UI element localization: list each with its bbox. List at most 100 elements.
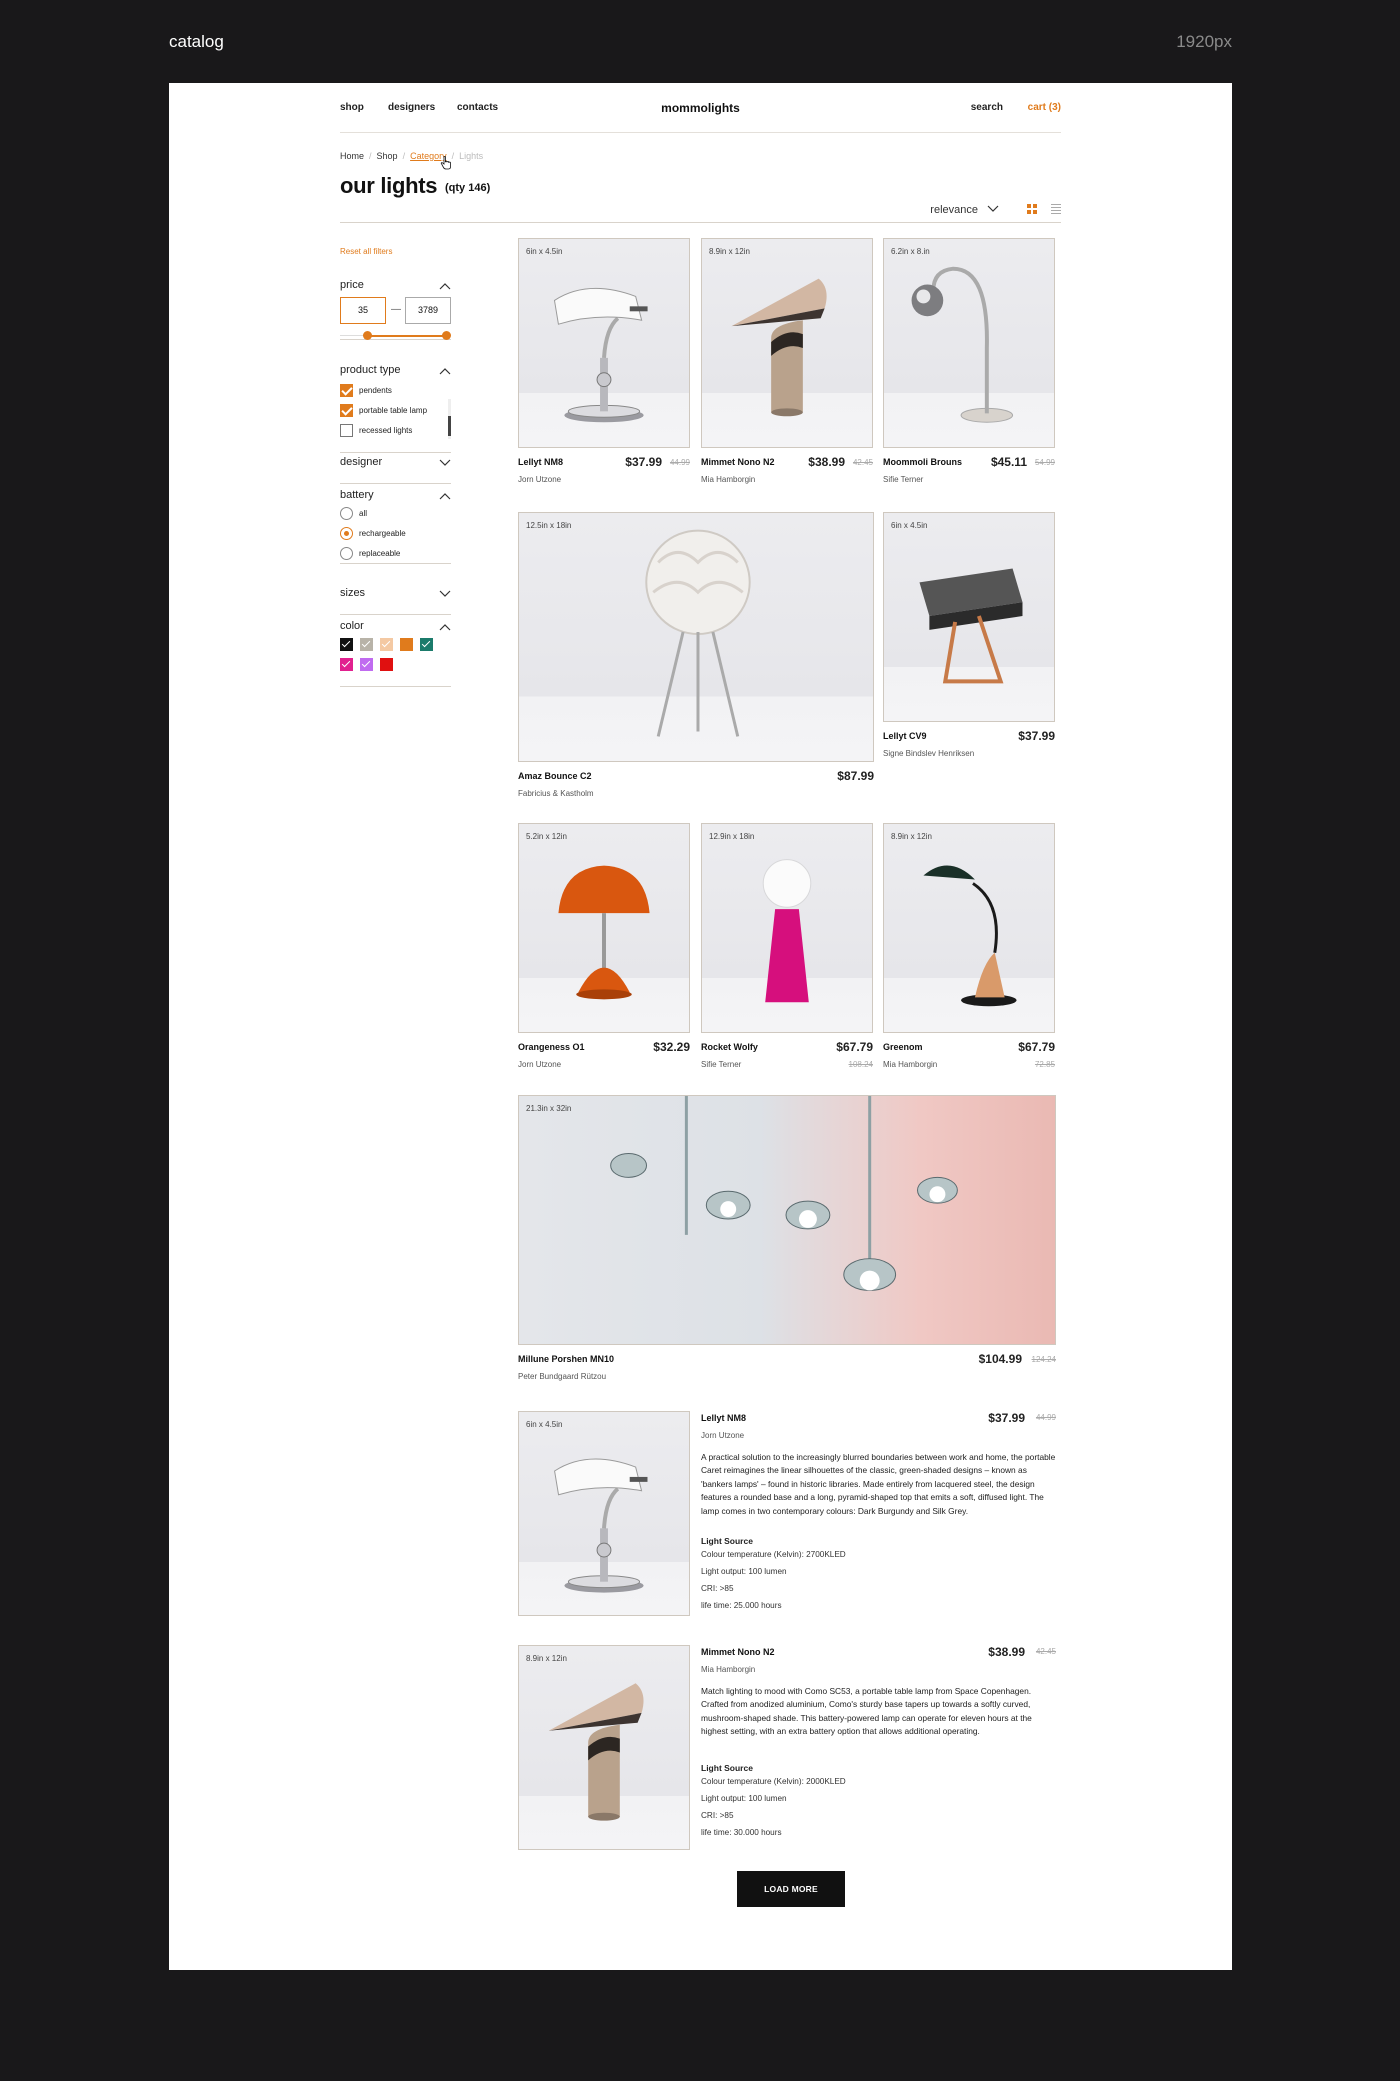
product-image[interactable] [883,512,1055,722]
product-image[interactable] [518,512,874,762]
product-description: Match lighting to mood with Como SC53, a… [701,1686,1032,1737]
outer-title: catalog [169,32,224,51]
filter-designer-title[interactable]: designer [340,456,382,468]
color-swatch[interactable] [360,638,373,651]
product-designer[interactable]: Sifie Terner [701,1060,741,1069]
price-dash: — [391,304,401,315]
radio-button[interactable] [340,507,353,520]
load-more-button[interactable]: LOAD MORE [737,1871,845,1907]
product-name[interactable]: Lellyt NM8 [701,1413,746,1423]
light-source-spec: Colour temperature (Kelvin): 2000KLED [701,1777,846,1786]
page-title: our lights [340,173,438,198]
color-swatch[interactable] [380,658,393,671]
filter-price-title[interactable]: price [340,279,364,291]
product-old-price: 108.24 [848,1060,873,1069]
light-source-spec: Colour temperature (Kelvin): 2700KLED [701,1550,846,1559]
product-name[interactable]: Mimmet Nono N2 [701,457,775,467]
price-slider-max-handle[interactable] [442,331,451,340]
filter-scrollbar-thumb[interactable] [448,416,451,436]
breadcrumb-home[interactable]: Home [340,151,364,161]
price-min-input[interactable]: 35 [340,297,386,324]
grid-view-icon[interactable] [1027,204,1037,214]
list-view-icon[interactable] [1051,204,1061,214]
product-image[interactable] [518,1645,690,1850]
color-swatch[interactable] [380,638,393,651]
product-image[interactable] [518,1411,690,1616]
product-image[interactable] [701,238,873,448]
color-swatch[interactable] [340,658,353,671]
product-size-label: 6.2in x 8.in [891,247,930,256]
nav-search[interactable]: search [971,102,1003,113]
product-name[interactable]: Orangeness O1 [518,1042,585,1052]
product-price: $37.99 [988,1411,1025,1425]
checkbox[interactable] [340,424,353,437]
product-description: A practical solution to the increasingly… [701,1452,1056,1516]
breadcrumb-shop[interactable]: Shop [377,151,398,161]
filter-designer: designer [340,456,451,484]
product-name[interactable]: Amaz Bounce C2 [518,771,592,781]
radio-button[interactable] [340,527,353,540]
product-size-label: 6in x 4.5in [891,521,928,530]
reset-filters-link[interactable]: Reset all filters [340,247,392,256]
chevron-down-icon[interactable] [439,458,451,468]
product-designer[interactable]: Jorn Utzone [701,1431,744,1440]
product-name[interactable]: Mimmet Nono N2 [701,1647,775,1657]
product-designer[interactable]: Sifie Terner [883,475,923,484]
product-name[interactable]: Moommoli Brouns [883,457,962,467]
product-image[interactable] [518,1095,1056,1345]
product-name[interactable]: Lellyt CV9 [883,731,927,741]
product-name[interactable]: Rocket Wolfy [701,1042,758,1052]
product-designer[interactable]: Signe Bindslev Henriksen [883,749,974,758]
filter-sizes-title[interactable]: sizes [340,587,365,599]
chevron-down-icon[interactable] [439,589,451,599]
product-image[interactable] [883,823,1055,1033]
product-designer[interactable]: Fabricius & Kastholm [518,789,594,798]
chevron-up-icon[interactable] [439,366,451,376]
product-old-price: 72.85 [1034,1060,1055,1069]
product-designer[interactable]: Peter Bundgaard Rützou [518,1372,606,1381]
product-designer[interactable]: Jorn Utzone [518,475,561,484]
checkbox[interactable] [340,404,353,417]
filter-color-title[interactable]: color [340,620,364,632]
product-name[interactable]: Millune Porshen MN10 [518,1354,614,1364]
color-swatch[interactable] [360,658,373,671]
product-designer[interactable]: Mia Hamborgin [701,1665,755,1674]
filter-product-type-title[interactable]: product type [340,364,401,376]
product-name[interactable]: Greenom [883,1042,923,1052]
checkbox[interactable] [340,384,353,397]
product-designer[interactable]: Mia Hamborgin [701,475,755,484]
product-designer[interactable]: Mia Hamborgin [883,1060,937,1069]
product-image[interactable] [883,238,1055,448]
product-designer[interactable]: Jorn Utzone [518,1060,561,1069]
product-detail-item[interactable]: 8.9in x 12in Mimmet Nono N2 Mia Hamborgi… [518,1645,1056,1850]
product-image[interactable] [518,238,690,448]
product-price: $37.99 [1018,729,1055,743]
light-source-title: Light Source [701,1536,753,1546]
filter-sizes: sizes [340,587,451,615]
product-price: $104.99 [978,1352,1022,1366]
sort-select[interactable]: relevance [930,204,978,216]
breadcrumb-sep: / [369,151,372,161]
product-name[interactable]: Lellyt NM8 [518,457,563,467]
color-swatch[interactable] [420,638,433,651]
product-image[interactable] [518,823,690,1033]
price-max-input[interactable]: 3789 [405,297,451,324]
price-slider-min-handle[interactable] [363,331,372,340]
brand-logo[interactable]: mommolights [340,101,1061,115]
chevron-down-icon[interactable] [987,202,999,214]
color-swatch[interactable] [400,638,413,651]
product-size-label: 6in x 4.5in [526,1420,563,1429]
chevron-up-icon[interactable] [439,281,451,291]
color-swatch[interactable] [340,638,353,651]
product-image[interactable] [701,823,873,1033]
product-detail-item[interactable]: 6in x 4.5in Lellyt NM8 Jorn Utzone $37.9… [518,1411,1056,1616]
product-old-price: 44.99 [1035,1413,1056,1422]
chevron-up-icon[interactable] [439,491,451,501]
radio-button[interactable] [340,547,353,560]
product-price: $67.79 [1018,1040,1055,1054]
filter-color: color [340,620,451,687]
filter-battery-title[interactable]: battery [340,489,374,501]
nav-cart[interactable]: cart (3) [1028,102,1061,113]
catalog-page: shop designers contacts mommolights sear… [169,83,1232,1970]
chevron-up-icon[interactable] [439,622,451,632]
